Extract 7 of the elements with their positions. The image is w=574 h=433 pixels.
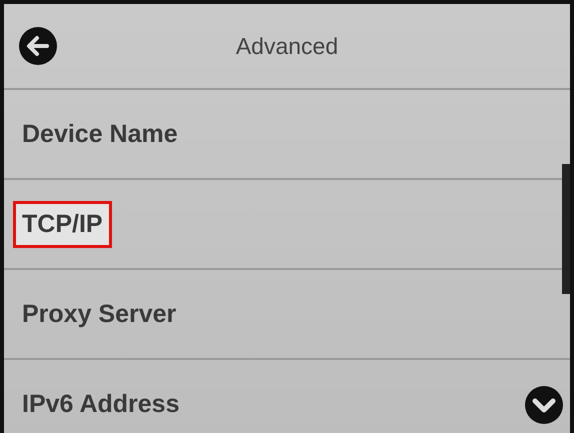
scrollbar[interactable] [562, 164, 570, 294]
menu-item[interactable]: Device Name [16, 114, 184, 154]
menu-item[interactable]: Proxy Server [16, 294, 182, 334]
menu-item[interactable]: IPv6 Address [16, 384, 186, 424]
menu-item[interactable]: TCP/IP [16, 204, 109, 244]
chevron-down-icon[interactable] [524, 385, 564, 425]
screen-title: Advanced [234, 32, 340, 60]
